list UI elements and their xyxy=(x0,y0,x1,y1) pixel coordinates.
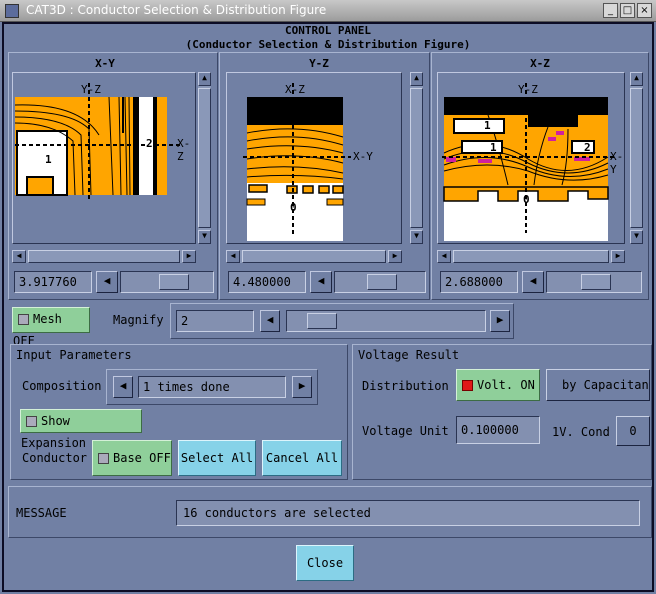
by-capacitance-button[interactable]: by Capacitanc xyxy=(546,369,650,401)
axis-label-yz: Y-Z xyxy=(518,83,538,96)
base-toggle-button[interactable]: Base OFF xyxy=(92,440,172,476)
vscroll-xz[interactable]: ▲ ▼ xyxy=(630,72,643,244)
axis-label-xz: X-Z xyxy=(285,83,305,96)
scroll-left-icon[interactable]: ◀ xyxy=(12,250,26,263)
hscroll-thumb[interactable] xyxy=(242,250,386,263)
close-button[interactable]: Close xyxy=(296,545,354,581)
composition-increment-button[interactable]: ▶ xyxy=(292,376,312,398)
conductor-label-2: 2 xyxy=(584,141,591,154)
axis-label-xz: X-Z xyxy=(177,137,191,163)
vscroll-thumb[interactable] xyxy=(198,88,211,228)
slice-decrement-button-xz[interactable]: ◀ xyxy=(522,271,544,293)
message-label: MESSAGE xyxy=(16,506,67,520)
scroll-left-icon[interactable]: ◀ xyxy=(437,250,451,263)
scroll-right-icon[interactable]: ▶ xyxy=(611,250,625,263)
plot-xz[interactable]: Y-Z X-Y 1 1 2 0 xyxy=(437,72,625,244)
scroll-right-icon[interactable]: ▶ xyxy=(388,250,402,263)
slider-thumb-yz[interactable] xyxy=(367,274,397,290)
show-expansion-toggle[interactable]: Show Expansion xyxy=(20,409,142,450)
slider-thumb-xz[interactable] xyxy=(581,274,611,290)
header-title: CONTROL PANEL xyxy=(284,24,372,37)
conductor-label-1: 1 xyxy=(484,119,491,132)
composition-decrement-button[interactable]: ◀ xyxy=(113,376,133,398)
vscroll-thumb[interactable] xyxy=(410,88,423,228)
message-field: 16 conductors are selected xyxy=(176,500,640,526)
scroll-right-icon[interactable]: ▶ xyxy=(182,250,196,263)
slice-slider-xy[interactable] xyxy=(120,271,214,293)
header-subtitle: (Conductor Selection & Distribution Figu… xyxy=(185,38,471,51)
input-parameters-title: Input Parameters xyxy=(16,348,132,362)
magnify-slider[interactable] xyxy=(286,310,486,332)
conductor-label-0: 0 xyxy=(523,193,530,206)
window-titlebar[interactable]: CAT3D : Conductor Selection & Distributi… xyxy=(0,0,656,22)
distribution-label: Distribution xyxy=(362,379,449,393)
axis-label-xy: X-Y xyxy=(353,150,373,163)
vscroll-thumb[interactable] xyxy=(630,88,643,228)
hscroll-yz[interactable]: ◀ ▶ xyxy=(226,250,402,263)
magnify-slider-thumb[interactable] xyxy=(307,313,337,329)
view-label-xy: X-Y xyxy=(95,57,115,70)
magnify-value-field[interactable]: 2 xyxy=(176,310,254,332)
conductor-label-1: 1 xyxy=(45,153,52,166)
conductor-label-2: 2 xyxy=(146,137,153,150)
scroll-up-icon[interactable]: ▲ xyxy=(198,72,211,86)
slice-slider-yz[interactable] xyxy=(334,271,426,293)
slider-thumb-xy[interactable] xyxy=(159,274,189,290)
voltage-unit-field[interactable]: 0.100000 xyxy=(456,416,540,444)
volt-toggle-label: Volt. ON xyxy=(477,378,535,392)
conductor-label-1: 1 xyxy=(490,141,497,154)
slice-value-yz[interactable]: 4.480000 xyxy=(228,271,306,293)
slice-decrement-button-xy[interactable]: ◀ xyxy=(96,271,118,293)
scroll-left-icon[interactable]: ◀ xyxy=(226,250,240,263)
scroll-down-icon[interactable]: ▼ xyxy=(410,230,423,244)
hscroll-thumb[interactable] xyxy=(453,250,609,263)
minimize-icon[interactable]: _ xyxy=(603,3,618,18)
volt-toggle-button[interactable]: Volt. ON xyxy=(456,369,540,401)
hscroll-xy[interactable]: ◀ ▶ xyxy=(12,250,196,263)
maximize-icon[interactable]: □ xyxy=(620,3,635,18)
voltage-result-panel xyxy=(352,344,652,480)
magnify-decrement-button[interactable]: ◀ xyxy=(260,310,280,332)
cond-label: 1V. Cond xyxy=(552,425,610,439)
plot-xy[interactable]: Y-Z X-Z 1 2 xyxy=(12,72,196,244)
scroll-up-icon[interactable]: ▲ xyxy=(630,72,643,86)
axis-label-xy: X-Y xyxy=(610,150,624,176)
voltage-result-title: Voltage Result xyxy=(358,348,460,362)
slice-decrement-button-yz[interactable]: ◀ xyxy=(310,271,332,293)
mesh-checkbox-icon xyxy=(18,314,29,325)
view-label-xz: X-Z xyxy=(530,57,550,70)
base-toggle-label: Base OFF xyxy=(113,451,171,465)
vscroll-xy[interactable]: ▲ ▼ xyxy=(198,72,211,244)
expansion-checkbox-icon xyxy=(26,416,37,427)
volt-checkbox-icon xyxy=(462,380,473,391)
cancel-all-button[interactable]: Cancel All xyxy=(262,440,342,476)
by-capacitance-label: by Capacitanc xyxy=(562,378,650,392)
axis-label-yz: Y-Z xyxy=(81,83,101,96)
voltage-unit-label: Voltage Unit xyxy=(362,424,449,438)
magnify-label: Magnify xyxy=(113,313,164,327)
magnify-increment-button[interactable]: ▶ xyxy=(490,310,510,332)
slice-slider-xz[interactable] xyxy=(546,271,642,293)
vscroll-yz[interactable]: ▲ ▼ xyxy=(410,72,423,244)
hscroll-xz[interactable]: ◀ ▶ xyxy=(437,250,625,263)
view-label-yz: Y-Z xyxy=(309,57,329,70)
conductor-label: Conductor xyxy=(22,451,88,465)
composition-value-field[interactable]: 1 times done xyxy=(138,376,286,398)
app-icon xyxy=(5,4,19,18)
scroll-down-icon[interactable]: ▼ xyxy=(198,230,211,244)
plot-yz[interactable]: X-Z X-Y 0 xyxy=(226,72,402,244)
mesh-toggle-button[interactable]: Mesh OFF xyxy=(12,307,90,348)
base-checkbox-icon xyxy=(98,453,109,464)
close-icon[interactable]: × xyxy=(637,3,652,18)
window-title: CAT3D : Conductor Selection & Distributi… xyxy=(26,3,327,17)
slice-value-xy[interactable]: 3.917760 xyxy=(14,271,92,293)
conductor-label-0: 0 xyxy=(290,201,297,214)
cond-value-box[interactable]: 0 xyxy=(616,416,650,446)
scroll-up-icon[interactable]: ▲ xyxy=(410,72,423,86)
slice-value-xz[interactable]: 2.688000 xyxy=(440,271,518,293)
hscroll-thumb[interactable] xyxy=(28,250,180,263)
select-all-button[interactable]: Select All xyxy=(178,440,256,476)
composition-label: Composition xyxy=(22,379,102,393)
scroll-down-icon[interactable]: ▼ xyxy=(630,230,643,244)
